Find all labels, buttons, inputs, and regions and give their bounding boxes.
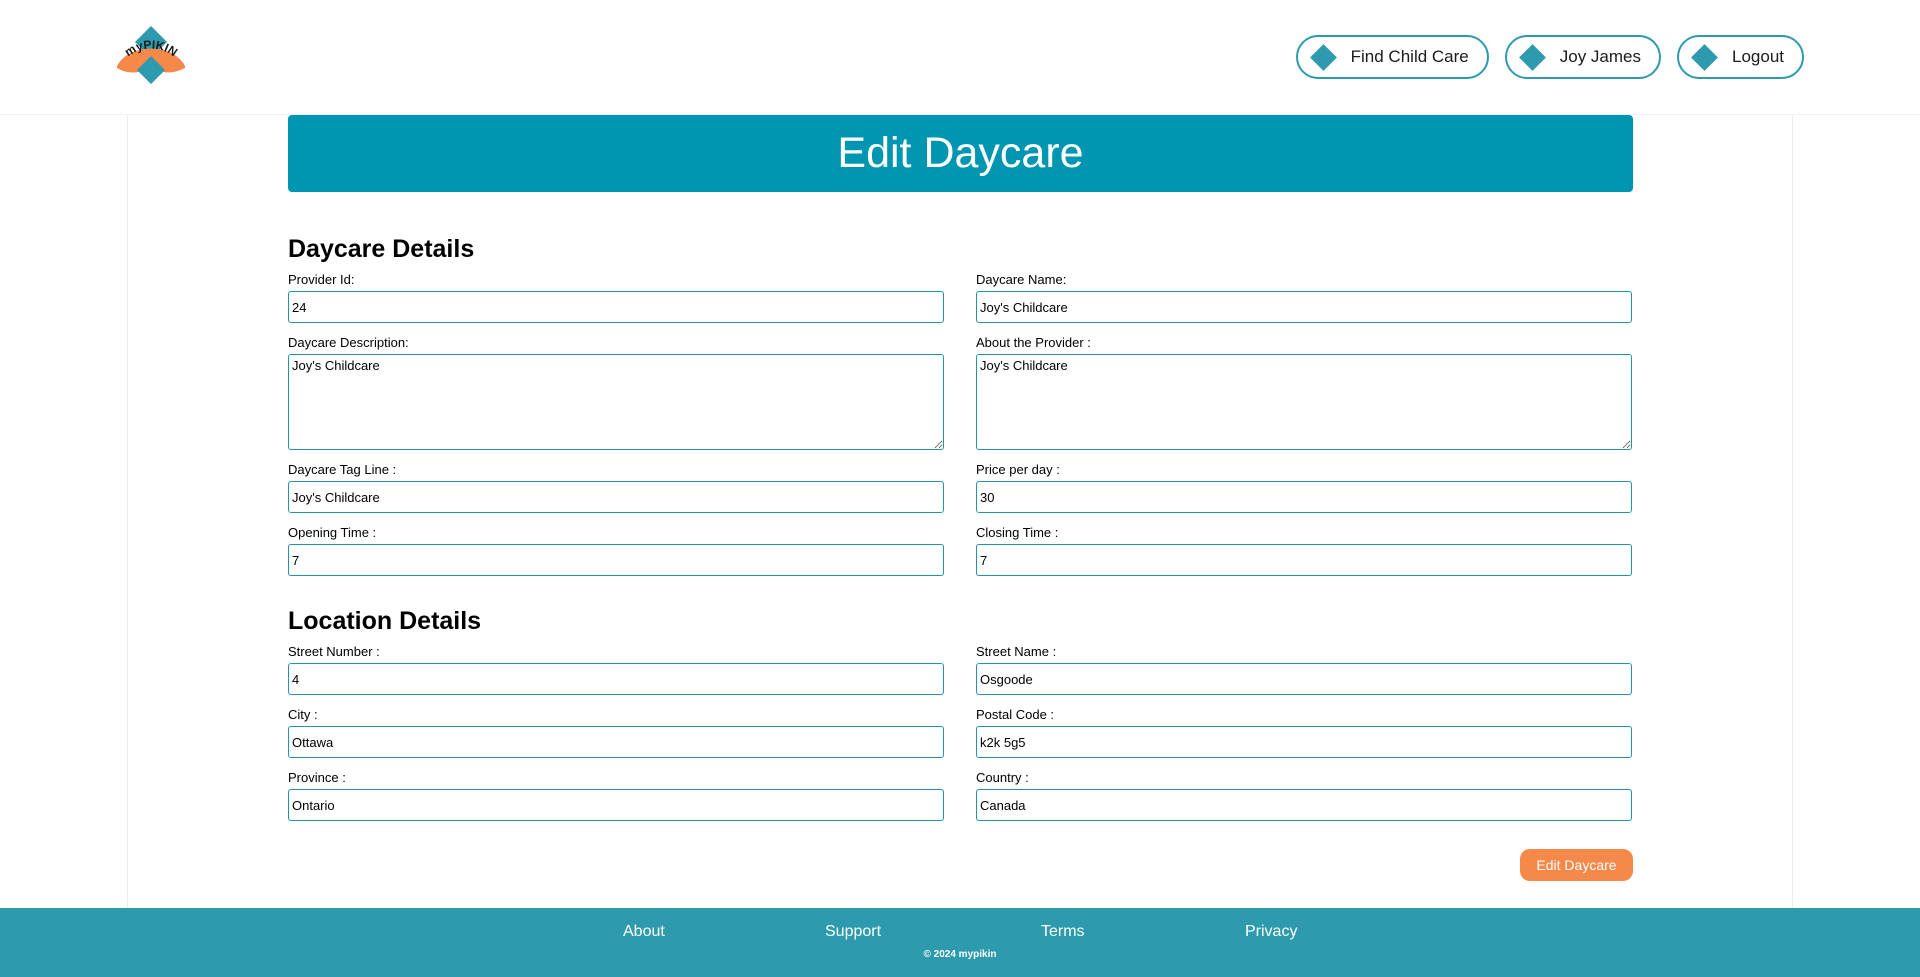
footer-link-terms[interactable]: Terms xyxy=(1041,923,1085,941)
location-details-heading: Location Details xyxy=(288,607,482,635)
nav-label: Find Child Care xyxy=(1350,47,1469,66)
copyright-text: © 2024 mypikin xyxy=(923,949,997,960)
closing-time-label: Closing Time : xyxy=(976,525,1059,540)
find-child-care-button[interactable]: Find Child Care xyxy=(1295,35,1489,79)
daycare-details-heading: Daycare Details xyxy=(288,235,475,263)
about-provider-label: About the Provider : xyxy=(976,335,1091,350)
price-per-day-input[interactable] xyxy=(976,481,1632,513)
closing-time-input[interactable] xyxy=(976,544,1632,576)
street-number-label: Street Number : xyxy=(288,644,380,659)
opening-time-input[interactable] xyxy=(288,544,944,576)
edit-daycare-button[interactable]: Edit Daycare xyxy=(1520,849,1633,881)
footer-link-about[interactable]: About xyxy=(623,923,665,941)
price-per-day-label: Price per day : xyxy=(976,462,1060,477)
about-provider-textarea[interactable]: Joy's Childcare xyxy=(976,354,1632,450)
street-name-label: Street Name : xyxy=(976,644,1057,659)
nav-label: Logout xyxy=(1732,47,1784,66)
mypikin-logo[interactable]: myPIKIN xyxy=(113,22,189,86)
street-name-input[interactable] xyxy=(976,663,1632,695)
site-footer: About Support Terms Privacy xyxy=(0,908,1920,977)
site-header: myPIKIN Find Child Care Joy James Logout xyxy=(0,0,1920,115)
tag-line-input[interactable] xyxy=(288,481,944,513)
logout-button[interactable]: Logout xyxy=(1677,35,1804,79)
country-input[interactable] xyxy=(976,789,1632,821)
page-title: Edit Daycare xyxy=(288,115,1633,192)
daycare-name-input[interactable] xyxy=(976,291,1632,323)
postal-code-label: Postal Code : xyxy=(976,707,1055,722)
tag-line-label: Daycare Tag Line : xyxy=(288,462,397,477)
diamond-icon xyxy=(1309,43,1337,71)
province-label: Province : xyxy=(288,770,346,785)
nav-label: Joy James xyxy=(1559,47,1641,66)
diamond-icon xyxy=(1691,43,1718,71)
city-label: City : xyxy=(288,707,318,722)
provider-id-label: Provider Id: xyxy=(288,272,355,287)
daycare-description-label: Daycare Description: xyxy=(288,335,409,350)
postal-code-input[interactable] xyxy=(976,726,1632,758)
province-input[interactable] xyxy=(288,789,944,821)
provider-id-input[interactable] xyxy=(288,291,944,323)
diamond-icon xyxy=(1518,43,1546,71)
opening-time-label: Opening Time : xyxy=(288,525,377,540)
country-label: Country : xyxy=(976,770,1029,785)
user-profile-button[interactable]: Joy James xyxy=(1504,35,1661,79)
footer-link-privacy[interactable]: Privacy xyxy=(1245,923,1297,941)
city-input[interactable] xyxy=(288,726,944,758)
daycare-description-textarea[interactable]: Joy's Childcare xyxy=(288,354,944,450)
daycare-name-label: Daycare Name: xyxy=(976,272,1067,287)
footer-link-support[interactable]: Support xyxy=(825,923,881,941)
top-nav: Find Child Care Joy James Logout xyxy=(1295,35,1804,79)
street-number-input[interactable] xyxy=(288,663,944,695)
